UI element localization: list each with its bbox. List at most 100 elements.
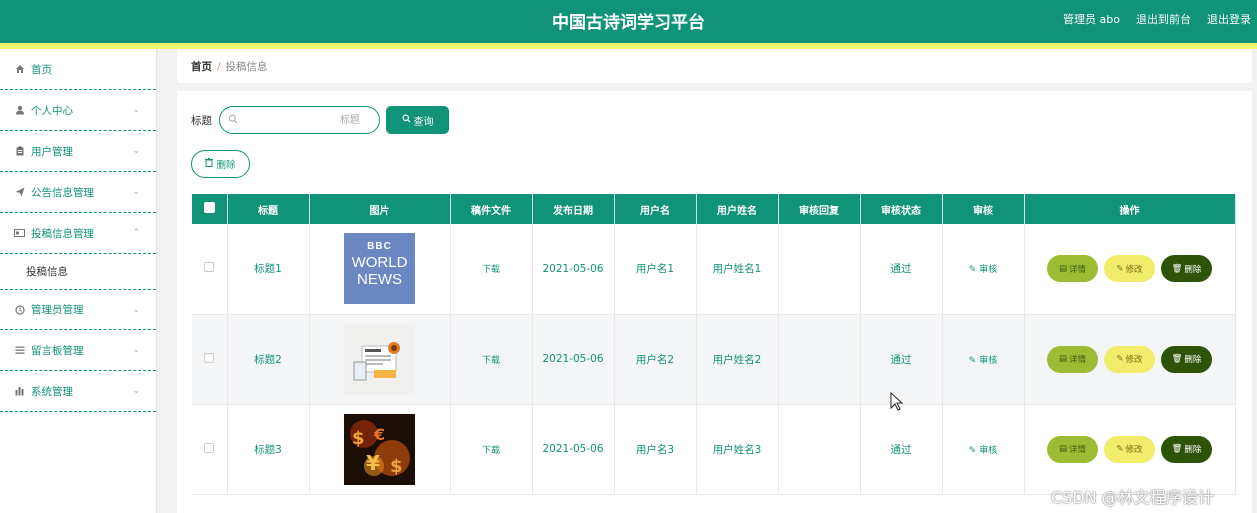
audit-link[interactable]: ✎ 审核 [969,446,997,456]
top-bar: 中国古诗词学习平台 管理员 abo 退出到前台 退出登录 [0,0,1257,43]
header-stripe [0,43,1257,49]
column-header: 用户名 [614,194,697,224]
sidebar-item-user-management[interactable]: 用户管理 ⌄ [0,131,156,172]
sidebar-item-personal-center[interactable]: 个人中心 ⌄ [0,90,156,131]
sidebar-subitem-label: 投稿信息 [26,266,68,278]
column-header: 发布日期 [532,194,615,224]
send-icon [14,187,25,198]
sidebar-item-label: 用户管理 [31,145,73,158]
sidebar-item-home[interactable]: 首页 [0,49,156,90]
cell-reply [778,314,861,405]
breadcrumb: 首页 / 投稿信息 [177,50,1252,83]
column-header: 审核回复 [778,194,861,224]
detail-label: 详情 [1069,264,1087,275]
row-checkbox[interactable] [204,442,215,453]
logout-link[interactable]: 退出登录 [1207,11,1251,27]
document-icon: ▤ [1058,444,1067,454]
delete-button[interactable]: 🗑 删除 [1161,435,1212,463]
detail-button[interactable]: ▤ 详情 [1047,435,1098,463]
cell-title: 标题3 [227,404,310,495]
clipboard-icon [14,146,25,157]
sidebar-item-system-management[interactable]: 系统管理 ⌄ [0,371,156,412]
trash-icon: 🗑 [1171,263,1183,274]
edit-button[interactable]: ✎ 修改 [1104,435,1155,463]
cell-status: 通过 [860,404,943,495]
sidebar-item-label: 投稿信息管理 [31,227,94,240]
cell-status: 通过 [860,224,943,315]
table-row: 标题1 BBC WORLD NEWS 下载 2021-05-06 用户名1 用户… [192,224,1236,315]
bbc-logo-text: BBC [367,241,392,253]
column-header: 标题 [227,194,310,224]
svg-text:$: $ [390,456,403,477]
sidebar-item-notice-management[interactable]: 公告信息管理 ⌄ [0,172,156,213]
search-input[interactable] [244,111,374,129]
audit-label: 审核 [979,355,998,366]
back-to-front-link[interactable]: 退出到前台 [1136,11,1191,27]
main-panel: 标题 查询 删除 标题 图片 稿件文件 发布日期 用户名 [177,91,1252,513]
sidebar-item-admin-management[interactable]: 管理员管理 ⌄ [0,289,156,330]
download-link[interactable]: 下载 [482,356,500,366]
news-illustration-thumbnail [344,323,415,395]
detail-button[interactable]: ▤ 详情 [1047,255,1098,283]
delete-label: 删除 [1184,264,1202,275]
row-checkbox[interactable] [204,352,215,363]
audit-link[interactable]: ✎ 审核 [969,265,997,275]
cell-title: 标题2 [227,314,310,405]
breadcrumb-separator: / [217,60,221,73]
audit-link[interactable]: ✎ 审核 [969,356,997,366]
watermark: CSDN @林文程序设计 [1051,488,1214,507]
cell-realname: 用户姓名1 [696,224,779,315]
sidebar-item-label: 公告信息管理 [31,186,94,199]
delete-label: 删除 [1184,445,1202,455]
cell-username: 用户名2 [614,314,697,405]
chevron-down-icon: ⌄ [132,386,140,396]
cell-reply [778,404,861,495]
download-link[interactable]: 下载 [482,265,500,275]
pencil-icon: ✎ [968,355,980,366]
sidebar-item-submission-management[interactable]: 投稿信息管理 ⌃ [0,213,156,254]
detail-button[interactable]: ▤ 详情 [1047,345,1098,373]
sidebar-item-message-board[interactable]: 留言板管理 ⌄ [0,330,156,371]
document-icon: ▤ [1058,354,1067,364]
row-actions: ▤ 详情 ✎ 修改 🗑 删除 [1025,435,1235,463]
chevron-up-icon: ⌃ [132,228,140,238]
delete-button[interactable]: 🗑 删除 [1161,345,1212,373]
breadcrumb-current: 投稿信息 [225,61,268,73]
currency-symbols-thumbnail: $ € ¥ $ [344,413,415,485]
cell-title: 标题1 [227,224,310,315]
batch-delete-button[interactable]: 删除 [191,150,250,178]
sidebar-subitem-submission-info[interactable]: 投稿信息 [0,254,156,289]
home-icon [14,64,25,75]
cell-status: 通过 [860,314,943,405]
search-icon [401,114,411,126]
cell-username: 用户名1 [614,224,697,315]
delete-button[interactable]: 🗑 删除 [1161,255,1212,283]
detail-label: 详情 [1069,355,1087,365]
chevron-down-icon: ⌄ [132,304,140,315]
cell-reply [778,224,861,315]
sidebar-item-label: 个人中心 [31,104,73,117]
header-select-all[interactable] [192,194,228,224]
pencil-icon: ✎ [968,265,980,276]
detail-label: 详情 [1069,445,1087,455]
cell-date: 2021-05-06 [532,224,615,315]
pencil-icon: ✎ [1116,354,1124,364]
pencil-icon: ✎ [968,445,980,456]
card-icon [14,228,25,239]
svg-text:€: € [373,425,385,444]
user-icon [14,105,25,116]
column-header: 图片 [309,194,451,224]
edit-button[interactable]: ✎ 修改 [1104,345,1155,373]
select-all-checkbox[interactable] [203,202,215,213]
edit-label: 修改 [1125,445,1143,455]
edit-button[interactable]: ✎ 修改 [1104,255,1155,283]
query-button[interactable]: 查询 [386,106,449,134]
submission-table: 标题 图片 稿件文件 发布日期 用户名 用户姓名 审核回复 审核状态 审核 操作… [192,194,1236,495]
download-link[interactable]: 下载 [482,446,500,456]
row-checkbox[interactable] [204,262,215,273]
admin-label: 管理员 abo [1063,13,1120,26]
sidebar-item-label: 管理员管理 [31,304,84,316]
breadcrumb-home[interactable]: 首页 [191,59,212,74]
trash-icon: 🗑 [1171,444,1183,454]
chevron-down-icon: ⌄ [132,345,140,355]
